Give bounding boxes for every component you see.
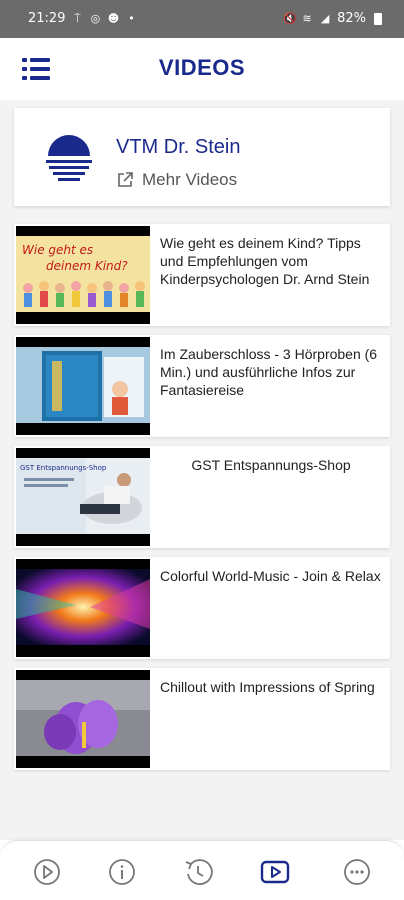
status-right: 🔇 ≋ ◢ 82%: [283, 11, 382, 26]
dot-icon: •: [128, 11, 135, 25]
video-item[interactable]: Wie geht es deinem Kind? Wie geht es dei…: [14, 224, 390, 326]
bottom-navigation: [0, 840, 404, 900]
app-icon: ☻: [107, 11, 120, 25]
mute-icon: 🔇: [283, 11, 297, 25]
channel-logo: [46, 135, 92, 181]
video-title: Wie geht es deinem Kind? Tipps und Empfe…: [160, 235, 370, 287]
thumb-text-line1: GST Entspannungs-Shop: [20, 464, 107, 472]
video-title: Im Zauberschloss - 3 Hörproben (6 Min.) …: [160, 346, 378, 398]
video-item[interactable]: Chillout with Impressions of Spring: [14, 668, 390, 770]
notification-icon: ⍑: [74, 11, 81, 25]
nav-more-button[interactable]: [340, 855, 374, 889]
status-bar: 21:29 ⍑ ◎ ☻ • 🔇 ≋ ◢ 82%: [0, 0, 404, 38]
play-circle-icon: [34, 859, 60, 885]
video-title: GST Entspannungs-Shop: [191, 457, 351, 473]
status-left: 21:29 ⍑ ◎ ☻ •: [28, 11, 137, 26]
video-thumbnail: Wie geht es deinem Kind?: [16, 226, 150, 324]
external-link-icon: [118, 172, 133, 187]
battery-percent: 82%: [337, 11, 366, 26]
video-item[interactable]: Im Zauberschloss - 3 Hörproben (6 Min.) …: [14, 335, 390, 437]
signal-icon: ◢: [320, 11, 330, 25]
video-thumbnail: [16, 559, 150, 657]
nav-info-button[interactable]: [105, 855, 139, 889]
thumbnail-image: [16, 347, 150, 423]
page-title: VIDEOS: [158, 55, 246, 80]
video-item[interactable]: Colorful World-Music - Join & Relax: [14, 557, 390, 659]
more-icon: [344, 859, 370, 885]
channel-name: VTM Dr. Stein: [116, 136, 241, 158]
nav-play-button[interactable]: [30, 855, 64, 889]
video-thumbnail: [16, 337, 150, 435]
nav-history-button[interactable]: [181, 855, 215, 889]
video-title: Colorful World-Music - Join & Relax: [160, 568, 381, 584]
thumb-text-line2: deinem Kind?: [46, 259, 128, 273]
nav-videos-button[interactable]: [258, 855, 292, 889]
thumbnail-image: [16, 569, 150, 645]
video-item[interactable]: GST Entspannungs-Shop GST Entspannungs-S…: [14, 446, 390, 548]
status-time: 21:29: [28, 11, 66, 26]
channel-card[interactable]: VTM Dr. Stein Mehr Videos: [14, 108, 390, 206]
app-header: VIDEOS: [0, 38, 404, 100]
more-videos-label: Mehr Videos: [142, 170, 238, 189]
content-area: VTM Dr. Stein Mehr Videos Wie geht es de…: [0, 100, 404, 840]
info-icon: [109, 859, 135, 885]
thumb-text-line1: Wie geht es: [22, 243, 93, 257]
video-thumbnail: GST Entspannungs-Shop: [16, 448, 150, 546]
video-title: Chillout with Impressions of Spring: [160, 679, 375, 695]
thumbnail-image: [16, 680, 150, 756]
thumbnail-image: Wie geht es deinem Kind?: [16, 236, 150, 312]
history-icon: [185, 859, 213, 885]
instagram-icon: ◎: [90, 11, 101, 25]
video-thumbnail: [16, 670, 150, 768]
thumbnail-image: GST Entspannungs-Shop: [16, 458, 150, 534]
video-play-icon: [260, 860, 290, 884]
battery-icon: [374, 12, 382, 25]
more-videos-link[interactable]: Mehr Videos: [116, 170, 237, 190]
wifi-icon: ≋: [302, 11, 312, 25]
